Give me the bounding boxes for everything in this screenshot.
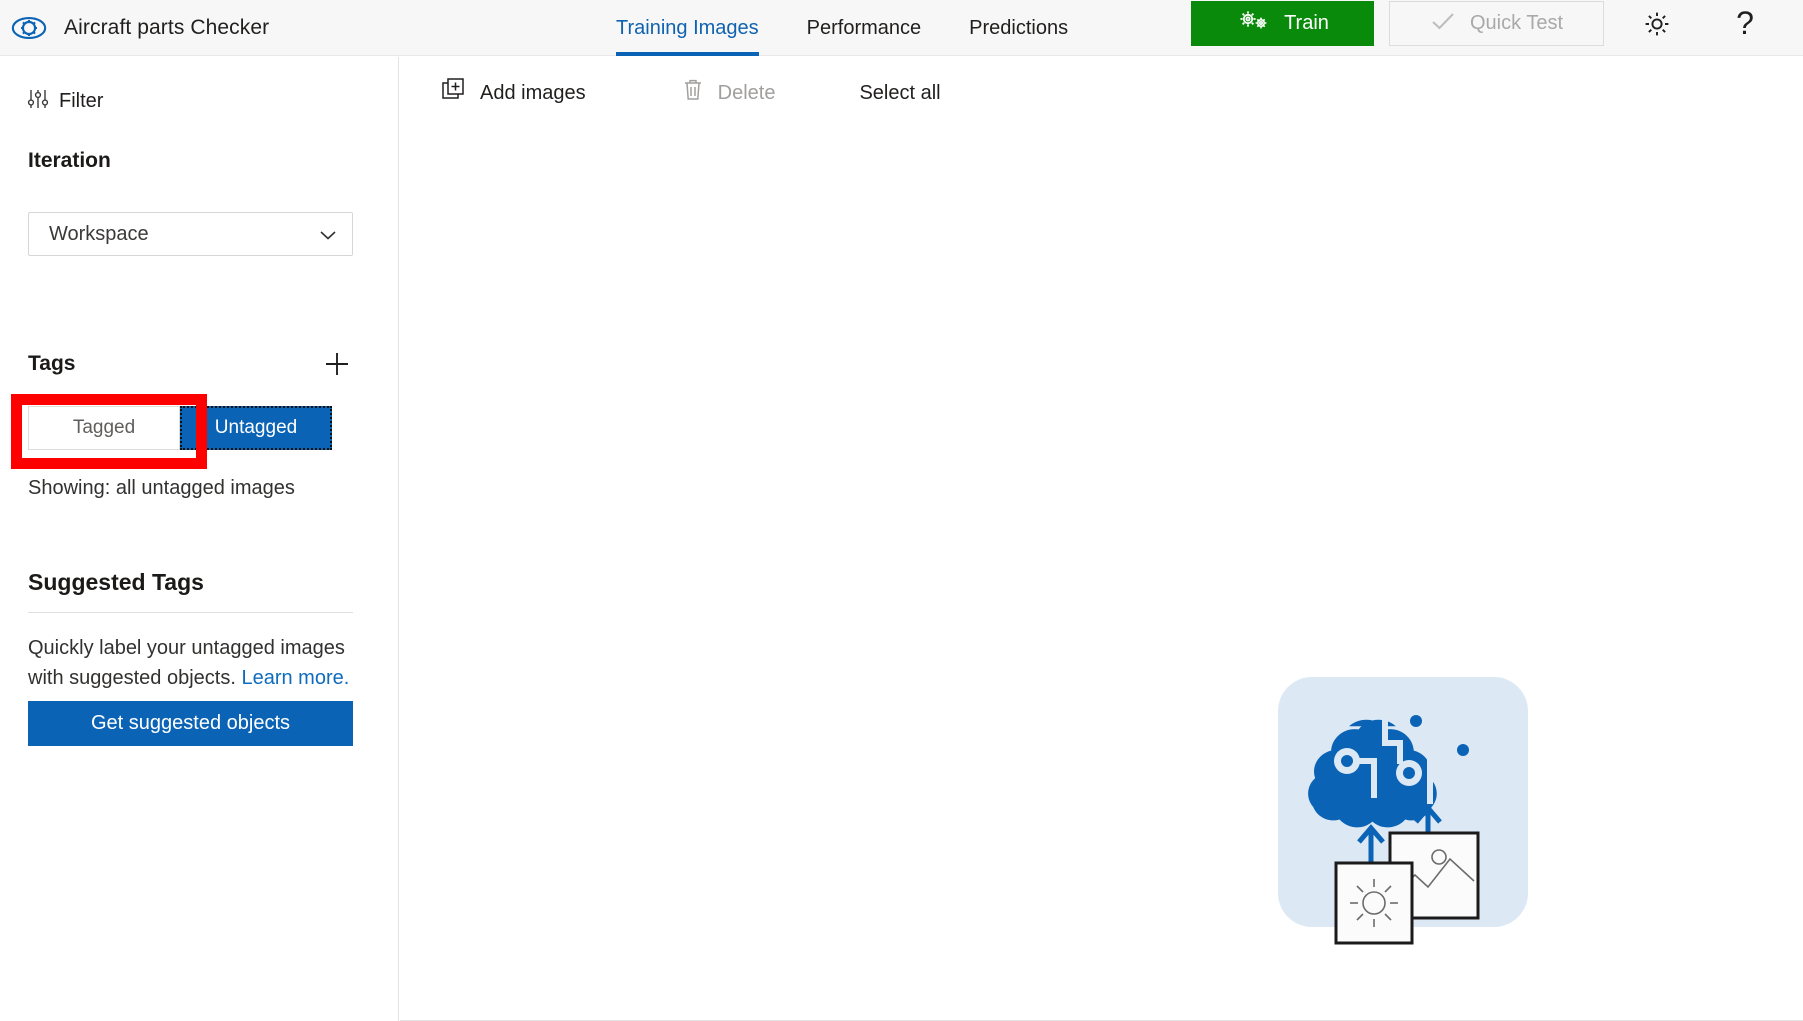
select-all-label: Select all (859, 81, 941, 104)
brand: Aircraft parts Checker (10, 0, 269, 56)
quick-test-button-label: Quick Test (1470, 12, 1563, 34)
suggested-tags-description: Quickly label your untagged images with … (28, 633, 358, 693)
add-images-button[interactable]: Add images (420, 78, 608, 108)
tab-performance-label: Performance (806, 16, 922, 39)
app-header: Aircraft parts Checker Training Images P… (0, 0, 1803, 56)
filter-label: Filter (59, 90, 104, 112)
quick-test-button[interactable]: Quick Test (1389, 1, 1604, 46)
main-content-area: Add images Delete Select all (400, 57, 1803, 1021)
filter-button[interactable]: Filter (27, 88, 103, 115)
chevron-down-icon (318, 226, 338, 249)
tab-training-images[interactable]: Training Images (592, 0, 783, 56)
suggested-tags-heading: Suggested Tags (28, 569, 204, 595)
trash-icon (682, 78, 704, 108)
eye-gear-logo-icon (10, 9, 48, 47)
iteration-select[interactable]: Workspace (28, 212, 353, 256)
iteration-heading: Iteration (28, 149, 111, 172)
settings-gear-icon[interactable] (1639, 6, 1675, 42)
delete-label: Delete (717, 81, 776, 104)
delete-button[interactable]: Delete (660, 78, 798, 108)
page-title: Aircraft parts Checker (64, 16, 270, 39)
add-images-label: Add images (480, 81, 586, 104)
tags-heading: Tags (28, 352, 76, 375)
empty-state-illustration (1278, 677, 1558, 957)
iteration-select-value: Workspace (49, 222, 149, 245)
help-question-icon[interactable]: ? (1727, 3, 1763, 43)
add-image-icon (442, 78, 466, 108)
tagged-filter-button[interactable]: Tagged (28, 406, 180, 450)
suggested-tags-divider (28, 612, 353, 613)
tab-predictions-label: Predictions (969, 16, 1069, 39)
sliders-icon (27, 88, 49, 115)
learn-more-link[interactable]: Learn more. (241, 667, 349, 689)
sidebar: Filter Iteration Workspace Tags Tagged U… (0, 57, 399, 1021)
untagged-filter-button[interactable]: Untagged (180, 406, 332, 450)
tag-filter-group: Tagged Untagged (28, 406, 332, 450)
images-toolbar: Add images Delete Select all (400, 57, 963, 129)
get-suggested-objects-button[interactable]: Get suggested objects (28, 701, 353, 746)
gears-icon (1236, 8, 1270, 40)
train-button[interactable]: Train (1191, 1, 1374, 46)
select-all-button[interactable]: Select all (837, 82, 962, 105)
showing-status-text: Showing: all untagged images (28, 477, 295, 499)
tab-training-images-label: Training Images (616, 16, 759, 39)
add-tag-plus-icon[interactable] (320, 347, 354, 381)
train-button-label: Train (1284, 12, 1329, 34)
main-navigation-tabs: Training Images Performance Predictions (592, 0, 1092, 56)
tab-predictions[interactable]: Predictions (945, 0, 1092, 56)
tab-performance[interactable]: Performance (783, 0, 946, 56)
check-icon (1430, 11, 1456, 37)
